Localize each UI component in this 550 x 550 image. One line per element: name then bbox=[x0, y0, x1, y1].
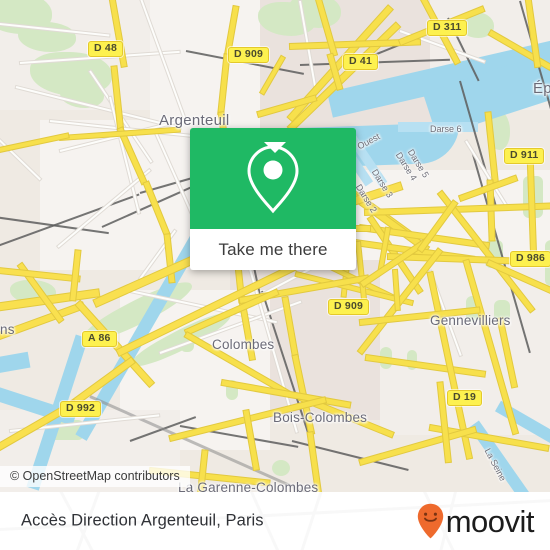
watermark-line bbox=[276, 492, 342, 550]
park-area bbox=[272, 460, 290, 476]
place-label: Ép bbox=[533, 80, 550, 97]
road-shield: A 86 bbox=[82, 331, 117, 347]
take-me-there-button[interactable]: Take me there bbox=[190, 229, 356, 270]
map-result-screen: Darse 6 Darse 5 Darse 4 Darse 3 Darse 2 Ouest… bbox=[0, 0, 550, 550]
road-shield: D 986 bbox=[510, 251, 550, 267]
place-label: ns bbox=[0, 322, 15, 337]
road-shield: D 41 bbox=[343, 54, 378, 70]
footer-bar: Accès Direction Argenteuil, Paris moovit bbox=[0, 492, 550, 550]
place-label: Gennevilliers bbox=[430, 313, 511, 328]
moovit-smiley-pin-icon bbox=[417, 503, 443, 539]
road-shield: D 992 bbox=[60, 401, 102, 417]
place-label: Argenteuil bbox=[159, 112, 230, 129]
road-shield: D 48 bbox=[88, 41, 123, 57]
place-label: Bois-Colombes bbox=[273, 410, 368, 425]
place-label: Colombes bbox=[212, 337, 275, 352]
brand-name: moovit bbox=[445, 503, 535, 539]
place-label: La Garenne-Colombes bbox=[178, 480, 319, 492]
road-shield: D 911 bbox=[504, 148, 545, 164]
callout-pointer bbox=[264, 142, 286, 153]
road-shield: D 909 bbox=[228, 47, 270, 63]
road-shield: D 19 bbox=[447, 390, 482, 406]
osm-attribution[interactable]: © OpenStreetMap contributors bbox=[0, 466, 190, 487]
page-title: Accès Direction Argenteuil, Paris bbox=[21, 511, 264, 530]
road-shield: D 909 bbox=[328, 299, 370, 315]
landuse-block bbox=[380, 255, 550, 435]
water-label: Darse 6 bbox=[430, 124, 462, 134]
moovit-logo[interactable]: moovit bbox=[417, 503, 535, 539]
map-canvas[interactable]: Darse 6 Darse 5 Darse 4 Darse 3 Darse 2 Ouest… bbox=[0, 0, 550, 492]
road-shield: D 311 bbox=[427, 20, 468, 36]
